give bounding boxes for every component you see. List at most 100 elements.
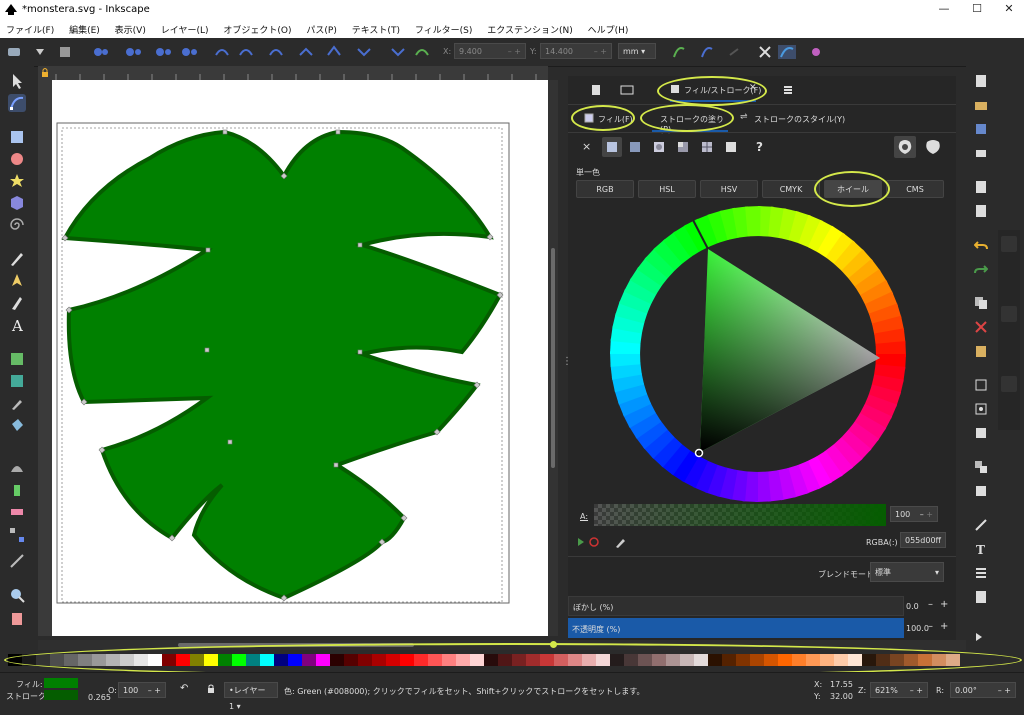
text-tool-icon[interactable]: A bbox=[8, 316, 26, 334]
selector-tool-icon[interactable] bbox=[8, 72, 26, 90]
mesh-tool-icon[interactable] bbox=[8, 372, 26, 390]
document-properties-icon[interactable] bbox=[974, 590, 988, 604]
palette-swatch[interactable] bbox=[904, 654, 918, 666]
palette-swatch[interactable] bbox=[890, 654, 904, 666]
layer-select[interactable]: •レイヤー 1 ▾ bbox=[224, 682, 278, 711]
palette-swatch[interactable] bbox=[442, 654, 456, 666]
fill-rule-nonzero-icon[interactable] bbox=[924, 138, 942, 156]
color-wheel[interactable] bbox=[608, 204, 908, 504]
palette-swatch[interactable] bbox=[120, 654, 134, 666]
mode-cms-button[interactable]: CMS bbox=[886, 180, 944, 198]
star-tool-icon[interactable] bbox=[8, 172, 26, 190]
copy-icon[interactable] bbox=[974, 296, 988, 310]
palette-swatch[interactable] bbox=[22, 654, 36, 666]
node-tool-controls-icons[interactable] bbox=[8, 45, 448, 59]
palette-swatch[interactable] bbox=[792, 654, 806, 666]
pick-color-icon[interactable] bbox=[614, 536, 626, 548]
palette-swatch[interactable] bbox=[316, 654, 330, 666]
menu-layer[interactable]: レイヤー(L) bbox=[155, 20, 215, 36]
swatch-icon[interactable] bbox=[726, 142, 736, 152]
palette-swatch[interactable] bbox=[512, 654, 526, 666]
palette-swatch[interactable] bbox=[946, 654, 960, 666]
palette-swatch[interactable] bbox=[610, 654, 624, 666]
palette-swatch[interactable] bbox=[288, 654, 302, 666]
blur-decrement[interactable]: – bbox=[928, 599, 933, 610]
palette-swatch[interactable] bbox=[680, 654, 694, 666]
paint-bucket-tool-icon[interactable] bbox=[8, 416, 26, 434]
layers-tab-icon[interactable] bbox=[782, 84, 794, 96]
zoom-selection-icon[interactable] bbox=[974, 378, 988, 392]
palette-swatch[interactable] bbox=[750, 654, 764, 666]
palette-swatch[interactable] bbox=[386, 654, 400, 666]
palette-swatch[interactable] bbox=[8, 654, 22, 666]
vertical-scrollbar[interactable] bbox=[548, 80, 558, 636]
alpha-slider[interactable] bbox=[594, 504, 886, 526]
opacity-decrement[interactable]: – bbox=[928, 621, 933, 632]
clone-icon[interactable] bbox=[974, 484, 988, 498]
palette-swatch[interactable] bbox=[106, 654, 120, 666]
palette-menu-icon[interactable] bbox=[550, 641, 557, 648]
subtab-stroke-paint[interactable]: ストロークの塗り(P) bbox=[646, 108, 730, 134]
palette-swatch[interactable] bbox=[176, 654, 190, 666]
close-icon[interactable]: ✕ bbox=[994, 2, 1024, 18]
hscroll-thumb[interactable] bbox=[178, 643, 414, 647]
spray-tool-icon[interactable] bbox=[8, 480, 26, 498]
radial-gradient-icon[interactable] bbox=[654, 142, 664, 152]
subtab-fill[interactable]: フィル(F) bbox=[582, 108, 642, 130]
palette-swatch[interactable] bbox=[148, 654, 162, 666]
mode-hsv-button[interactable]: HSV bbox=[700, 180, 758, 198]
palette-swatch[interactable] bbox=[596, 654, 610, 666]
gradient-tool-icon[interactable] bbox=[8, 350, 26, 368]
fill-indicator-swatch[interactable] bbox=[44, 678, 78, 688]
palette-swatch[interactable] bbox=[638, 654, 652, 666]
palette-swatch[interactable] bbox=[708, 654, 722, 666]
mode-wheel-button[interactable]: ホイール bbox=[824, 180, 882, 198]
palette-swatch[interactable] bbox=[400, 654, 414, 666]
new-document-icon[interactable] bbox=[974, 74, 988, 88]
mode-rgb-button[interactable]: RGB bbox=[576, 180, 634, 198]
palette-swatch[interactable] bbox=[92, 654, 106, 666]
menu-edit[interactable]: 編集(E) bbox=[63, 20, 106, 36]
tab-close-icon[interactable]: ✕ bbox=[749, 83, 757, 93]
unset-paint-button[interactable]: ? bbox=[756, 140, 763, 154]
opacity-slider[interactable]: 不透明度 (%) bbox=[568, 618, 904, 638]
palette-swatch[interactable] bbox=[834, 654, 848, 666]
palette-swatch[interactable] bbox=[372, 654, 386, 666]
palette-swatch[interactable] bbox=[554, 654, 568, 666]
palette-swatch[interactable] bbox=[484, 654, 498, 666]
palette-swatch[interactable] bbox=[134, 654, 148, 666]
subtab-stroke-style[interactable]: ⇌ ストロークのスタイル(Y) bbox=[738, 108, 848, 130]
redo-icon[interactable] bbox=[974, 262, 988, 276]
palette-swatch[interactable] bbox=[862, 654, 876, 666]
mode-hsl-button[interactable]: HSL bbox=[638, 180, 696, 198]
ellipse-tool-icon[interactable] bbox=[8, 150, 26, 168]
blend-mode-select[interactable]: 標準 ▾ bbox=[870, 562, 944, 582]
mesh-gradient-icon[interactable] bbox=[678, 142, 688, 152]
palette-swatch[interactable] bbox=[876, 654, 890, 666]
palette-swatch[interactable] bbox=[302, 654, 316, 666]
palette-swatch[interactable] bbox=[848, 654, 862, 666]
palette-swatch[interactable] bbox=[190, 654, 204, 666]
x-input[interactable]: 9.400– + bbox=[454, 43, 526, 59]
blur-slider[interactable]: ぼかし (%) bbox=[568, 596, 904, 616]
menu-extension[interactable]: エクステンション(N) bbox=[481, 20, 579, 36]
palette-swatch[interactable] bbox=[246, 654, 260, 666]
pages-tool-icon[interactable] bbox=[8, 610, 26, 628]
horizontal-scrollbar[interactable] bbox=[38, 640, 966, 650]
path-effect-icons[interactable] bbox=[672, 45, 832, 59]
pencil-tool-icon[interactable] bbox=[8, 250, 26, 268]
palette-swatch[interactable] bbox=[470, 654, 484, 666]
palette-swatch[interactable] bbox=[50, 654, 64, 666]
menu-text[interactable]: テキスト(T) bbox=[346, 20, 406, 36]
calligraphy-tool-icon[interactable] bbox=[8, 294, 26, 312]
palette-swatch[interactable] bbox=[694, 654, 708, 666]
status-opacity-input[interactable]: 100– + bbox=[118, 682, 166, 698]
unit-select[interactable]: mm ▾ bbox=[618, 43, 656, 59]
snap-toggle-button[interactable] bbox=[1001, 236, 1017, 252]
zoom-tool-icon[interactable] bbox=[8, 586, 26, 604]
palette-swatch[interactable] bbox=[204, 654, 218, 666]
palette-swatch[interactable] bbox=[218, 654, 232, 666]
palette-swatch[interactable] bbox=[778, 654, 792, 666]
y-input[interactable]: 14.400– + bbox=[540, 43, 612, 59]
cut-icon[interactable] bbox=[974, 320, 988, 334]
